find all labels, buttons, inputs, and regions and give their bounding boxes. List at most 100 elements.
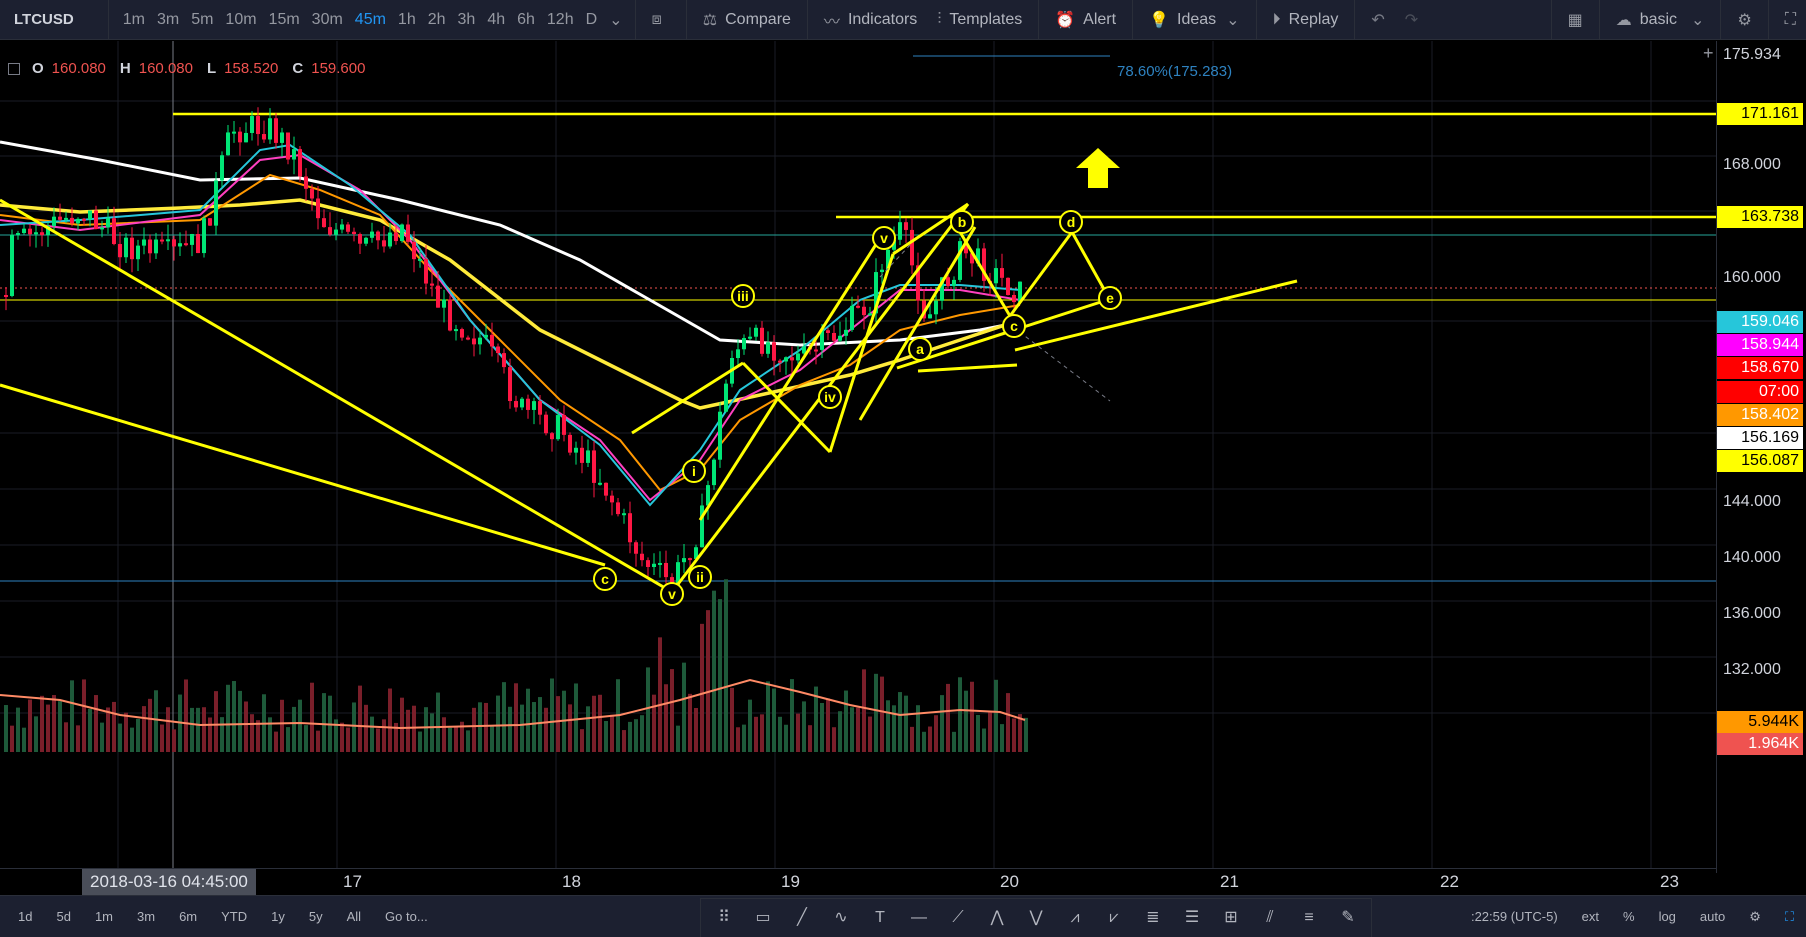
percent-toggle[interactable]: % — [1611, 909, 1647, 924]
legend-toggle-icon[interactable] — [8, 62, 20, 75]
time-axis[interactable]: 2018-03-16 04:45:00 17 18 19 20 21 22 23 — [0, 868, 1716, 895]
range-5y[interactable]: 5y — [297, 909, 335, 924]
interval-10m[interactable]: 10m — [219, 11, 262, 29]
rectangle-tool-icon[interactable]: ▭ — [750, 905, 776, 931]
replay-button[interactable]: ⏵ Replay — [1263, 0, 1349, 40]
lightbulb-icon: 💡 — [1149, 11, 1169, 29]
interval-30m[interactable]: 30m — [306, 11, 349, 29]
volume-bar — [586, 706, 590, 752]
compare-button[interactable]: ⚖ Compare — [693, 0, 801, 40]
abcd-pattern-icon[interactable]: ⋁ — [1023, 905, 1049, 931]
fib-extension-icon[interactable]: ☰ — [1179, 905, 1205, 931]
candle-body — [754, 327, 758, 337]
range-5d[interactable]: 5d — [44, 909, 82, 924]
interval-45m[interactable]: 45m — [349, 11, 392, 29]
wave-label-text: c — [1010, 318, 1018, 334]
volume-bar — [40, 695, 44, 752]
fullscreen-button[interactable]: ⛶ — [1775, 0, 1806, 40]
elliott-wave-icon[interactable]: ⩘ — [1062, 905, 1088, 931]
candle-body — [796, 353, 800, 361]
price-chart[interactable]: viiiiviiivcabcde — [0, 41, 1716, 868]
curve-tool-icon[interactable]: ∿ — [828, 905, 854, 931]
wave-label-text: v — [880, 230, 888, 246]
range-1m[interactable]: 1m — [83, 909, 125, 924]
alert-label: Alert — [1083, 10, 1117, 28]
bar-style-button[interactable]: ⧈ — [642, 0, 680, 40]
volume-bar — [598, 694, 602, 752]
alert-button[interactable]: ⏰ Alert — [1045, 0, 1126, 40]
range-3m[interactable]: 3m — [125, 909, 167, 924]
ideas-button[interactable]: 💡 Ideas ⌄ — [1139, 0, 1249, 40]
drag-handle-icon[interactable]: ⠿ — [711, 905, 737, 931]
range-6m[interactable]: 6m — [167, 909, 209, 924]
candle-body — [586, 450, 590, 463]
volume-bar — [424, 707, 428, 752]
gann-fan-icon[interactable]: ≡ — [1296, 905, 1322, 931]
interval-1h[interactable]: 1h — [392, 11, 422, 29]
text-tool-icon[interactable]: T — [867, 905, 893, 931]
high-label: H — [119, 60, 131, 77]
volume-bar — [928, 726, 932, 752]
interval-dropdown-icon[interactable]: ⌄ — [603, 10, 628, 30]
time-cursor-label: 2018-03-16 04:45:00 — [82, 869, 256, 895]
candle-body — [934, 300, 938, 315]
trend-line — [828, 253, 895, 453]
wave-label-text: v — [668, 586, 676, 602]
measure-icon[interactable]: ⊞ — [1218, 905, 1244, 931]
fib-retracement-icon[interactable]: ≣ — [1140, 905, 1166, 931]
symbol-search[interactable]: LTCUSD — [0, 0, 109, 40]
candle-body — [436, 285, 440, 308]
interval-5m[interactable]: 5m — [185, 11, 219, 29]
settings-button[interactable]: ⚙ — [1727, 0, 1761, 40]
interval-3m[interactable]: 3m — [151, 11, 185, 29]
path-tool-icon[interactable]: ⟋ — [945, 905, 971, 931]
log-toggle[interactable]: log — [1647, 909, 1688, 924]
layout-grid-button[interactable]: ▦ — [1558, 0, 1593, 40]
price-axis[interactable]: + 175.934172.000168.000160.000148.000144… — [1703, 41, 1806, 873]
abc-wave-icon[interactable]: ⩗ — [1101, 905, 1127, 931]
interval-4h[interactable]: 4h — [481, 11, 511, 29]
layout-save-button[interactable]: ☁ basic ⌄ — [1606, 0, 1715, 40]
volume-bar — [154, 690, 158, 752]
candle-body — [298, 149, 302, 177]
range-ytd[interactable]: YTD — [209, 909, 259, 924]
candle-body — [910, 229, 914, 266]
candle-body — [238, 131, 242, 143]
goto-button[interactable]: Go to... — [373, 909, 440, 924]
xabcd-pattern-icon[interactable]: ⋀ — [984, 905, 1010, 931]
gear-icon[interactable]: ⚙ — [1737, 909, 1773, 925]
volume-bar — [796, 713, 800, 752]
interval-6h[interactable]: 6h — [511, 11, 541, 29]
volume-bar — [64, 722, 68, 752]
undo-button[interactable]: ↶ — [1361, 0, 1394, 40]
price-badge: 1.964K — [1717, 733, 1803, 755]
indicators-button[interactable]: 〰 Indicators — [814, 0, 927, 40]
interval-15m[interactable]: 15m — [263, 11, 306, 29]
trend-line-tool-icon[interactable]: ╱ — [789, 905, 815, 931]
candle-body — [496, 346, 500, 354]
interval-12h[interactable]: 12h — [541, 11, 580, 29]
range-1d[interactable]: 1d — [6, 909, 44, 924]
parallel-channel-icon[interactable]: ⫽ — [1257, 905, 1283, 931]
brush-tool-icon[interactable]: ✎ — [1335, 905, 1361, 931]
volume-bar — [784, 724, 788, 752]
candle-body — [310, 188, 314, 199]
range-1y[interactable]: 1y — [259, 909, 297, 924]
volume-bar — [952, 731, 956, 752]
volume-bar — [256, 720, 260, 752]
candle-body — [718, 411, 722, 460]
redo-button[interactable]: ↷ — [1395, 0, 1428, 40]
auto-toggle[interactable]: auto — [1688, 909, 1737, 924]
horizontal-line-tool-icon[interactable]: — — [906, 905, 932, 931]
interval-D[interactable]: D — [580, 11, 604, 29]
chart-pane[interactable]: v iii iv i ii v c a b c d e — [0, 41, 1806, 895]
interval-1m[interactable]: 1m — [117, 11, 151, 29]
candle-body — [304, 176, 308, 189]
fullscreen-icon[interactable]: ⛶ — [1773, 909, 1806, 925]
interval-2h[interactable]: 2h — [422, 11, 452, 29]
templates-button[interactable]: ⫶ Templates — [927, 0, 1032, 40]
add-icon[interactable]: + — [1703, 43, 1714, 64]
interval-3h[interactable]: 3h — [452, 11, 482, 29]
ext-toggle[interactable]: ext — [1570, 909, 1611, 924]
range-all[interactable]: All — [335, 909, 373, 924]
